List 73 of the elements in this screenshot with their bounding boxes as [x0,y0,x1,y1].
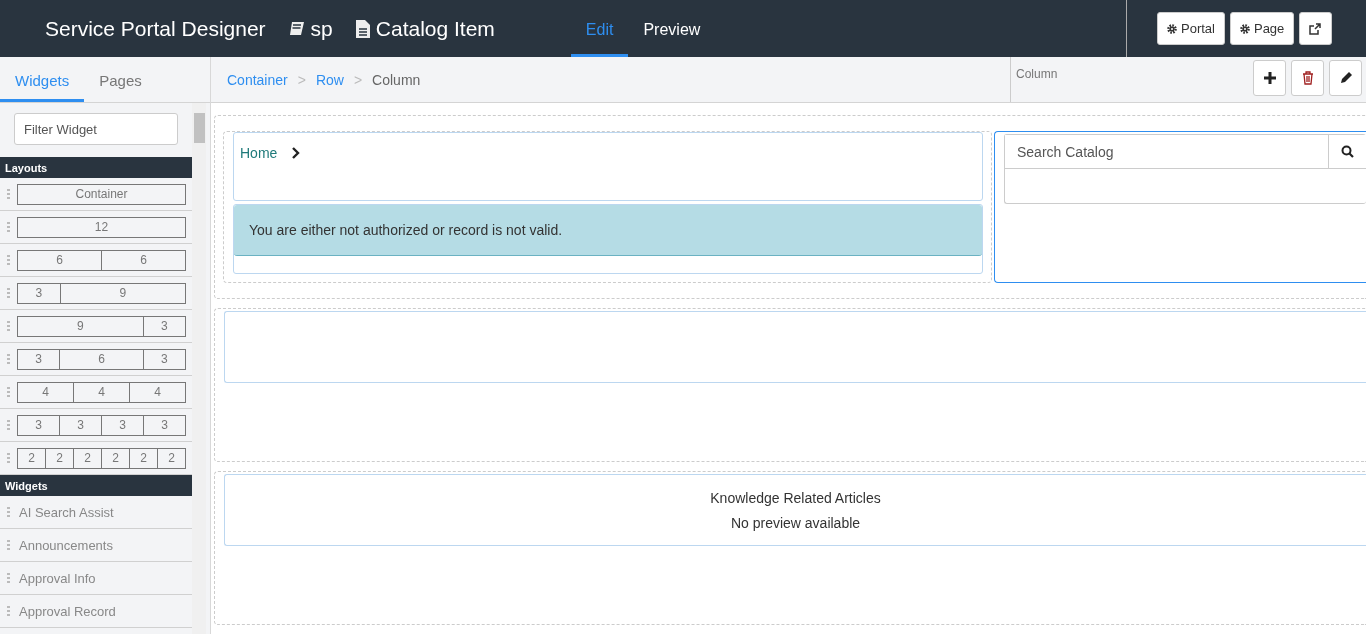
widget-frame[interactable]: Knowledge Related Articles No preview available [224,474,1366,546]
gear-icon [1239,23,1250,34]
drag-handle-icon[interactable] [7,420,10,430]
gear-icon [1167,23,1177,34]
container-outline[interactable]: Knowledge Related Articles No preview available [214,471,1366,625]
layout-option[interactable]: 12 [17,216,186,238]
drag-handle-icon[interactable] [7,387,10,397]
widget-item[interactable]: Approval Info [19,570,96,586]
search-field[interactable]: Search Catalog [1005,135,1329,168]
mode-tab[interactable]: Preview [628,0,716,57]
drag-handle-icon[interactable] [7,606,10,616]
search-icon [1341,145,1354,158]
delete-button[interactable] [1291,60,1324,96]
breadcrumb-separator: > [353,71,363,88]
drag-handle-icon[interactable] [7,321,10,331]
chevron-right-icon [291,147,301,159]
home-link[interactable]: Home [240,145,278,161]
layout-option[interactable]: 3 3 3 3 [17,414,186,436]
widget-frame[interactable] [224,311,1366,383]
drag-handle-icon[interactable] [7,453,10,463]
section-header: Layouts [0,157,192,178]
section-header: Widgets [0,475,192,496]
selected-column[interactable]: Search Catalog [994,131,1366,283]
layout-option[interactable]: 9 3 [17,315,186,337]
portal-settings-button[interactable]: Portal [1157,12,1225,45]
app-title: Service Portal Designer [45,16,266,41]
layout-option[interactable]: 3 6 3 [17,348,186,370]
widget-item[interactable]: Announcements [19,537,113,553]
widget-frame[interactable]: Search Catalog [1004,134,1366,204]
breadcrumb-current: Column [372,71,421,88]
sidebar-tab[interactable]: Widgets [0,57,85,102]
breadcrumb-link[interactable]: Row [315,71,344,88]
drag-handle-icon[interactable] [7,507,10,517]
column-outline[interactable]: Home You are either not authorized or record is not valid. [223,131,992,283]
drag-handle-icon[interactable] [7,189,10,199]
container-outline[interactable]: Home You are either not authorized or record is not valid. Search Catalog [214,115,1366,299]
breadcrumb-separator: > [297,71,306,88]
drag-handle-icon[interactable] [7,288,10,298]
portal-name: sp [310,16,333,41]
scrollbar[interactable] [192,103,206,634]
pencil-icon [1338,71,1353,85]
layout-option[interactable]: Container [17,183,186,205]
widget-title: Knowledge Related Articles [710,489,881,506]
layout-option[interactable]: 2 2 2 2 2 2 [17,447,186,469]
trash-icon [1301,71,1314,85]
drag-handle-icon[interactable] [7,222,10,232]
container-outline[interactable] [214,308,1366,462]
selection-title: Column [1016,67,1058,83]
layout-option[interactable]: 6 6 [17,249,186,271]
alert-message: You are either not authorized or record is not valid. [234,204,982,256]
page-settings-button[interactable]: Page [1229,12,1295,45]
document-icon [354,18,371,39]
sidebar-tab[interactable]: Pages [84,57,157,102]
filter-field[interactable]: Filter Widget [14,113,178,145]
open-external-button[interactable] [1299,12,1333,45]
drag-handle-icon[interactable] [7,540,10,550]
drag-handle-icon[interactable] [7,255,10,265]
page-name: Catalog Item [375,16,495,41]
add-button[interactable] [1253,60,1286,96]
widget-frame[interactable]: Home [233,132,983,201]
edit-button[interactable] [1329,60,1362,96]
widget-note: No preview available [730,514,861,531]
widget-item[interactable]: Approval Record [19,603,116,619]
plus-icon [1262,71,1277,85]
layout-option[interactable]: 4 4 4 [17,381,186,403]
widget-frame[interactable]: You are either not authorized or record is not valid. [233,203,983,274]
drag-handle-icon[interactable] [7,573,10,583]
drag-handle-icon[interactable] [7,354,10,364]
external-link-icon [1309,22,1322,35]
widget-item[interactable]: AI Search Assist [19,504,114,520]
breadcrumb-link[interactable]: Container [227,71,288,88]
book-icon [287,19,306,38]
layout-option[interactable]: 3 9 [17,282,186,304]
